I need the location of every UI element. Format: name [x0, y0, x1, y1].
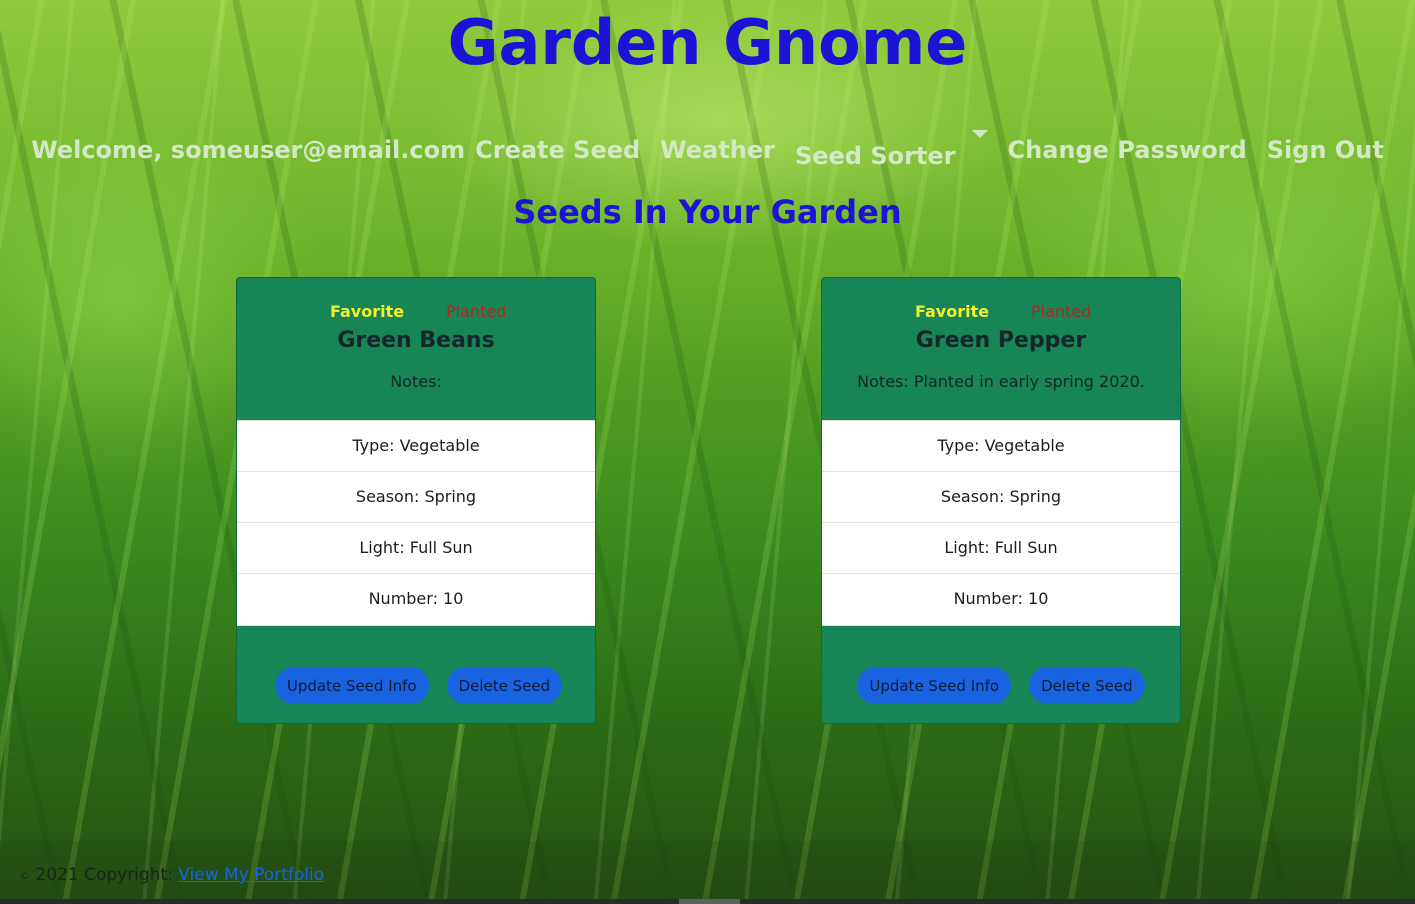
seed-number: Number: 10	[953, 589, 1049, 608]
seed-actions: Update Seed Info Delete Seed	[237, 667, 595, 704]
seed-details-list: Type: Vegetable Season: Spring Light: Fu…	[822, 420, 1180, 626]
favorite-badge: Favorite	[915, 302, 990, 321]
favorite-badge: Favorite	[330, 302, 405, 321]
copyright-text: 2021 Copyright:	[35, 865, 173, 885]
update-seed-button[interactable]: Update Seed Info	[274, 667, 429, 704]
seed-light: Light: Full Sun	[822, 523, 1180, 574]
seed-details-list: Type: Vegetable Season: Spring Light: Fu…	[237, 420, 595, 626]
seed-name: Green Beans	[337, 328, 495, 353]
seed-season: Season: Spring	[237, 472, 595, 523]
seed-light: Light: Full Sun	[237, 523, 595, 574]
horizontal-scrollbar[interactable]	[0, 899, 1415, 904]
nav-weather[interactable]: Weather	[660, 136, 775, 164]
nav-create-seed[interactable]: Create Seed	[475, 136, 640, 164]
app-title: Garden Gnome	[447, 6, 968, 79]
delete-seed-button[interactable]: Delete Seed	[1029, 667, 1145, 704]
welcome-text: Welcome, someuser@email.com	[31, 136, 466, 164]
seed-season: Season: Spring	[822, 472, 1180, 523]
seed-actions: Update Seed Info Delete Seed	[822, 667, 1180, 704]
seed-card: Favorite Planted Green Pepper Notes: Pla…	[821, 277, 1181, 724]
seed-notes: Notes: Planted in early spring 2020.	[857, 372, 1145, 391]
seed-card: Favorite Planted Green Beans Notes: Type…	[236, 277, 596, 724]
seed-notes: Notes:	[390, 372, 442, 391]
footer: © 2021 Copyright: View My Portfolio	[0, 841, 1415, 899]
seed-number: Number: 10	[368, 589, 464, 608]
footer-text-line: © 2021 Copyright: View My Portfolio	[19, 865, 324, 885]
planted-badge: Planted	[446, 302, 507, 321]
update-seed-button[interactable]: Update Seed Info	[857, 667, 1012, 704]
chevron-down-icon	[971, 130, 988, 138]
planted-badge: Planted	[1031, 302, 1092, 321]
scrollbar-thumb[interactable]	[679, 899, 740, 904]
portfolio-link[interactable]: View My Portfolio	[178, 865, 324, 885]
nav-sign-out[interactable]: Sign Out	[1267, 136, 1384, 164]
copyright-icon: ©	[19, 869, 30, 882]
nav-seed-sorter[interactable]: Seed Sorter	[795, 130, 988, 170]
seed-type: Type: Vegetable	[822, 421, 1180, 472]
seed-tags: Favorite Planted	[822, 302, 1180, 324]
seed-name: Green Pepper	[915, 328, 1087, 353]
nav-change-password[interactable]: Change Password	[1008, 136, 1247, 164]
seed-type: Type: Vegetable	[237, 421, 595, 472]
nav-seed-sorter-label: Seed Sorter	[794, 142, 956, 170]
page-heading: Seeds In Your Garden	[513, 193, 902, 231]
main-nav: Welcome, someuser@email.com Create Seed …	[0, 130, 1415, 170]
seed-tags: Favorite Planted	[237, 302, 595, 324]
delete-seed-button[interactable]: Delete Seed	[446, 667, 563, 704]
